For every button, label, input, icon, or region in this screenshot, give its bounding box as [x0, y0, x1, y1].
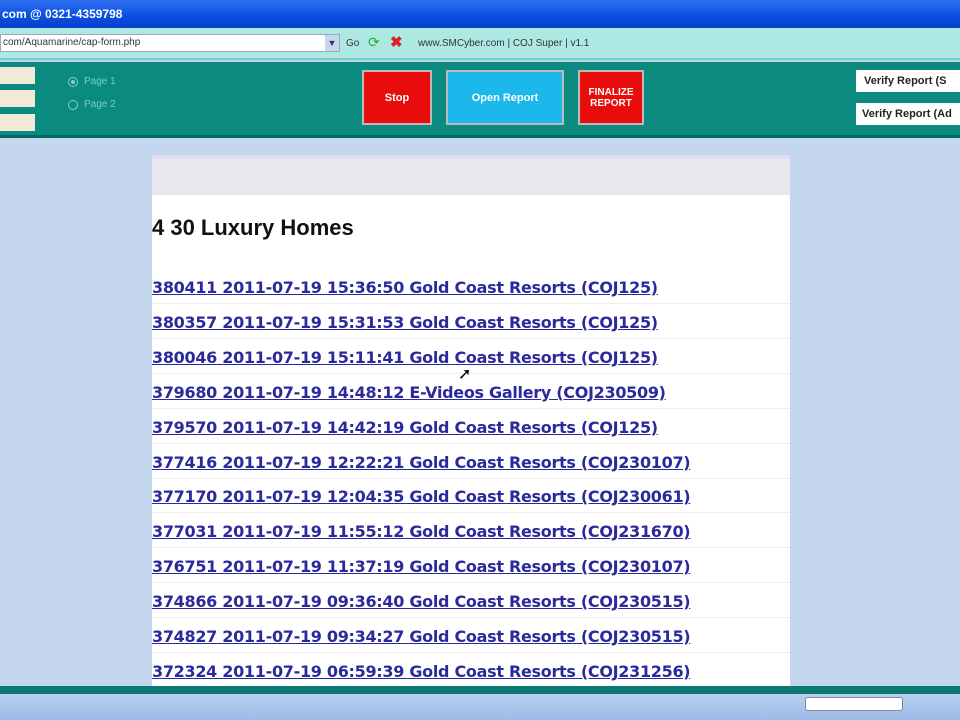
report-link[interactable]: 377031 2011-07-19 11:55:12 Gold Coast Re… [152, 522, 691, 541]
stop-button[interactable]: Stop [362, 70, 432, 125]
radio-unchecked-icon [68, 99, 78, 110]
title-bar: com @ 0321-4359798 [0, 0, 960, 28]
url-input[interactable]: com/Aquamarine/cap-form.php ▼ [0, 34, 340, 52]
address-bar: com/Aquamarine/cap-form.php ▼ Go ⟳ ✖ www.… [0, 28, 960, 60]
window-title: com @ 0321-4359798 [2, 7, 123, 21]
site-info: www.SMCyber.com | COJ Super | v1.1 [418, 38, 590, 49]
row-divider [152, 407, 790, 409]
radio-checked-icon [68, 76, 78, 87]
verify-report-button-2[interactable]: Verify Report (Ad [856, 103, 960, 125]
status-bar [0, 694, 960, 720]
toolbar: Page 1 Page 2 Stop Open Report FINALIZE … [0, 62, 960, 138]
status-input[interactable] [805, 697, 903, 711]
text-field-2[interactable] [0, 90, 35, 107]
row-divider [152, 477, 790, 479]
refresh-icon[interactable]: ⟳ [368, 34, 380, 51]
report-link[interactable]: 380411 2011-07-19 15:36:50 Gold Coast Re… [152, 278, 658, 297]
report-link[interactable]: 374827 2011-07-19 09:34:27 Gold Coast Re… [152, 627, 691, 646]
radio-label: Page 1 [84, 76, 116, 87]
report-link[interactable]: 372324 2011-07-19 06:59:39 Gold Coast Re… [152, 662, 691, 681]
report-link[interactable]: 380357 2011-07-19 15:31:53 Gold Coast Re… [152, 313, 658, 332]
text-field-3[interactable] [0, 114, 35, 131]
row-divider [152, 617, 790, 619]
radio-page-1[interactable]: Page 1 [68, 76, 116, 87]
bottom-divider [0, 686, 960, 694]
verify-report-button-1[interactable]: Verify Report (S [856, 70, 960, 92]
open-report-button[interactable]: Open Report [446, 70, 564, 125]
finalize-report-button[interactable]: FINALIZE REPORT [578, 70, 644, 125]
row-divider [152, 303, 790, 304]
mouse-cursor-icon: ➚ [458, 366, 472, 383]
report-link[interactable]: 377170 2011-07-19 12:04:35 Gold Coast Re… [152, 487, 691, 506]
chevron-down-icon[interactable]: ▼ [325, 35, 339, 51]
go-button[interactable]: Go [346, 38, 359, 49]
report-link[interactable]: 376751 2011-07-19 11:37:19 Gold Coast Re… [152, 557, 691, 576]
radio-label: Page 2 [84, 99, 116, 110]
report-link[interactable]: 379570 2011-07-19 14:42:19 Gold Coast Re… [152, 418, 658, 437]
radio-page-2[interactable]: Page 2 [68, 99, 116, 110]
row-divider [152, 442, 790, 444]
report-link[interactable]: 374866 2011-07-19 09:36:40 Gold Coast Re… [152, 592, 691, 611]
report-link[interactable]: 379680 2011-07-19 14:48:12 E-Videos Gall… [152, 383, 666, 402]
report-link[interactable]: 377416 2011-07-19 12:22:21 Gold Coast Re… [152, 453, 691, 472]
text-field-1[interactable] [0, 67, 35, 84]
report-link[interactable]: 380046 2011-07-19 15:11:41 Gold Coast Re… [152, 348, 658, 367]
url-text: com/Aquamarine/cap-form.php [3, 37, 141, 48]
row-divider [152, 652, 790, 653]
stop-icon[interactable]: ✖ [390, 33, 403, 51]
row-divider [152, 337, 790, 339]
report-page: 4 30 Luxury Homes 380411 2011-07-19 15:3… [152, 155, 790, 688]
page-header-band [152, 155, 790, 195]
row-divider [152, 512, 790, 514]
row-divider [152, 547, 790, 549]
page-title: 4 30 Luxury Homes [152, 215, 354, 240]
row-divider [152, 582, 790, 584]
